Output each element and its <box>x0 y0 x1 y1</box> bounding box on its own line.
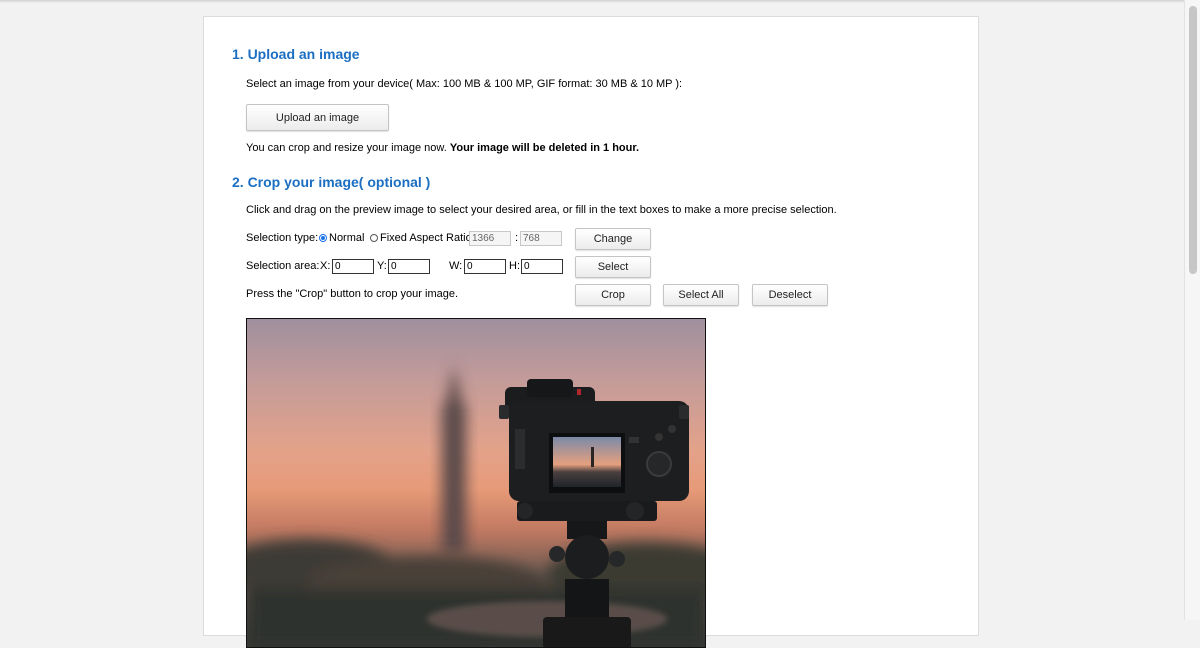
selection-area-row: Selection area: X: Y: W: H: <box>246 259 576 275</box>
upload-instruction: Select an image from your device( Max: 1… <box>246 78 683 90</box>
change-button[interactable]: Change <box>575 228 651 250</box>
crop-preview-image[interactable] <box>246 318 706 648</box>
selection-type-row: Selection type: Normal Fixed Aspect Rati… <box>246 231 576 247</box>
preview-photo <box>247 364 705 647</box>
x-input[interactable] <box>332 259 374 274</box>
normal-radio[interactable] <box>319 234 327 242</box>
top-shadow <box>0 0 1200 3</box>
scrollbar-thumb[interactable] <box>1189 6 1197 274</box>
ratio-width-input[interactable] <box>469 231 511 246</box>
y-label: Y: <box>377 260 387 272</box>
crop-button[interactable]: Crop <box>575 284 651 306</box>
crop-note: Press the "Crop" button to crop your ima… <box>246 288 459 300</box>
deletion-note-text: You can crop and resize your image now. <box>246 142 450 154</box>
deletion-note-bold: Your image will be deleted in 1 hour. <box>449 142 640 154</box>
ratio-height-input[interactable] <box>520 231 562 246</box>
fixed-aspect-ratio-radio[interactable] <box>370 234 378 242</box>
y-input[interactable] <box>388 259 430 274</box>
upload-section-heading: 1. Upload an image <box>232 46 360 62</box>
h-input[interactable] <box>521 259 563 274</box>
crop-section-heading: 2. Crop your image( optional ) <box>232 174 431 190</box>
crop-instruction: Click and drag on the preview image to s… <box>246 204 837 216</box>
w-input[interactable] <box>464 259 506 274</box>
blurred-tower <box>442 364 466 554</box>
select-all-button[interactable]: Select All <box>663 284 739 306</box>
deletion-note: You can crop and resize your image now. … <box>246 142 639 154</box>
selection-type-label: Selection type: <box>246 232 319 244</box>
upload-image-button[interactable]: Upload an image <box>246 104 389 131</box>
normal-radio-label[interactable]: Normal <box>329 232 364 244</box>
deselect-button[interactable]: Deselect <box>752 284 828 306</box>
selection-area-label: Selection area: <box>246 260 320 272</box>
x-label: X: <box>320 260 331 272</box>
select-button[interactable]: Select <box>575 256 651 278</box>
ratio-separator: : <box>515 232 519 244</box>
main-content-panel: 1. Upload an image Select an image from … <box>203 16 979 648</box>
h-label: H: <box>509 260 520 272</box>
w-label: W: <box>449 260 463 272</box>
fixed-aspect-ratio-label[interactable]: Fixed Aspect Ratio <box>380 232 472 244</box>
scrollbar[interactable] <box>1184 0 1200 620</box>
